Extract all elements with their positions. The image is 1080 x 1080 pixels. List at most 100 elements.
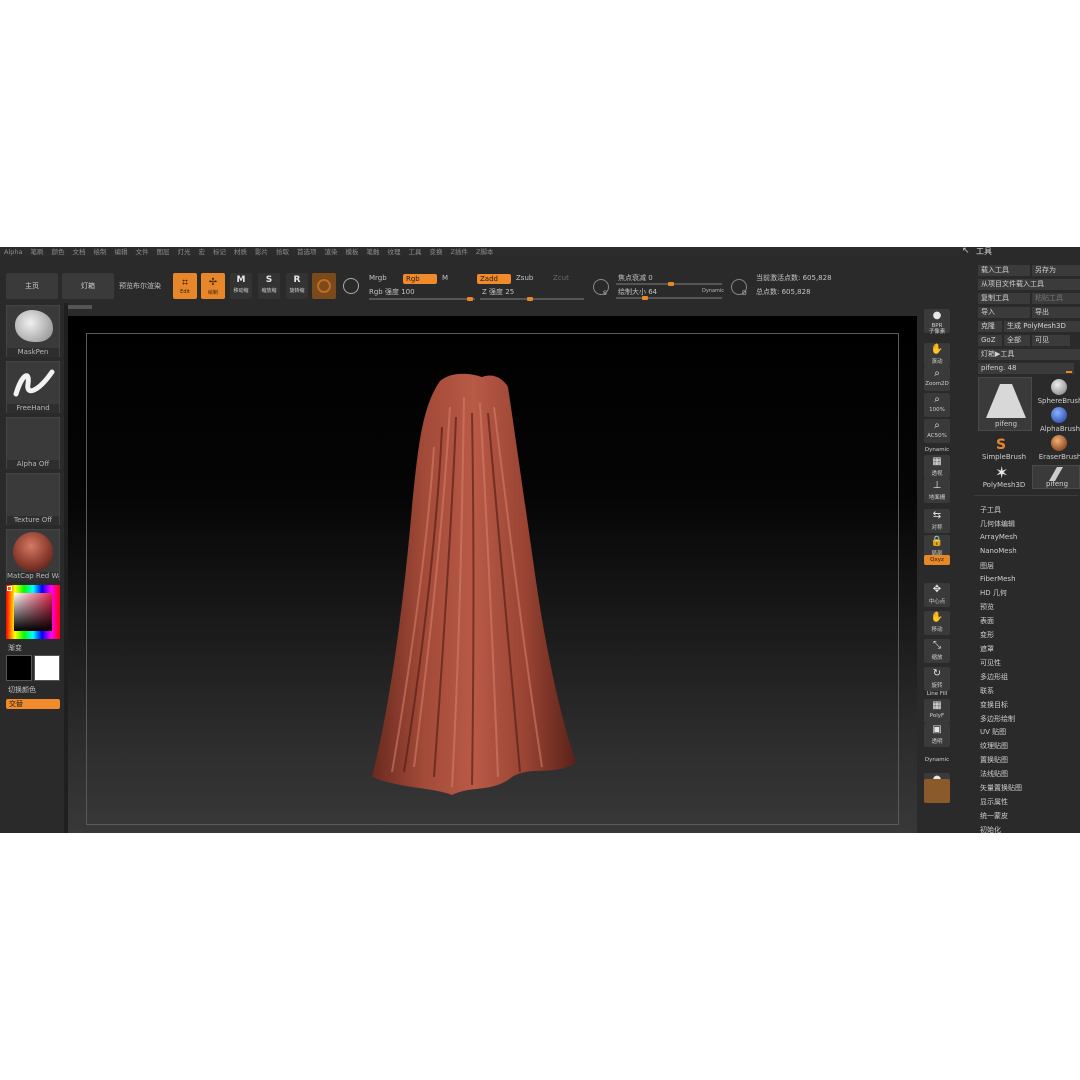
subpalette-item[interactable]: 法线贴图 [980, 769, 1008, 779]
tray-button[interactable]: ⌕ AC50% [924, 419, 950, 443]
scale-mode-button[interactable]: S 缩放缩 [258, 273, 280, 299]
simple-brush-icon[interactable]: S [996, 437, 1006, 453]
tray-button[interactable]: Qxyz [924, 555, 950, 565]
eraser-brush-icon[interactable] [1051, 435, 1067, 451]
subpalette-item[interactable]: NanoMesh [980, 547, 1017, 555]
subpalette-item[interactable]: 图层 [980, 561, 994, 571]
subpalette-item[interactable]: FiberMesh [980, 575, 1016, 583]
menu-item[interactable]: 模板 [341, 247, 362, 257]
color-picker[interactable] [6, 585, 60, 639]
subpalette-item[interactable]: 多边形绘制 [980, 714, 1015, 724]
make-polymesh3d-button[interactable]: 生成 PolyMesh3D [1004, 321, 1080, 332]
tool-name-simplebrush[interactable]: SimpleBrush [976, 453, 1032, 461]
menu-item[interactable]: Alpha [0, 247, 26, 257]
subpalette-item[interactable]: 多边形组 [980, 672, 1008, 682]
tool-name-spherebrush[interactable]: SphereBrush [1032, 397, 1080, 405]
menu-item[interactable]: 灯光 [173, 247, 194, 257]
tool-panel-header[interactable]: ↖ 工具 [960, 247, 1080, 259]
polymesh3d-star-icon[interactable]: ✶ [995, 463, 1008, 482]
rotate-mode-button[interactable]: R 旋转缩 [286, 273, 308, 299]
shelf-scroll-handle[interactable] [66, 305, 92, 309]
zsub-toggle[interactable]: Zsub [516, 274, 533, 282]
subpalette-item[interactable]: UV 贴图 [980, 727, 1006, 737]
zcut-toggle[interactable]: Zcut [553, 274, 569, 282]
home-button[interactable]: 主页 [6, 273, 58, 299]
tool-name-eraserbrush[interactable]: EraserBrush [1032, 453, 1080, 461]
tray-button[interactable]: ▣ 透明 [924, 723, 950, 747]
stroke-slot[interactable]: FreeHand [6, 361, 60, 413]
subpalette-item[interactable]: 纹理贴图 [980, 741, 1008, 751]
menu-item[interactable]: 渲染 [320, 247, 341, 257]
tray-button[interactable]: ⇆ 对称 [924, 509, 950, 533]
subpalette-item[interactable]: 表面 [980, 616, 994, 626]
subpalette-item[interactable]: 遮罩 [980, 644, 994, 654]
menu-item[interactable]: 文档 [68, 247, 89, 257]
menu-item[interactable]: 绘制 [89, 247, 110, 257]
edit-mode-button[interactable]: ⌗ Edit [173, 273, 197, 299]
material-swatch-button[interactable] [312, 273, 336, 299]
draw-size-knob[interactable] [642, 296, 648, 300]
export-button[interactable]: 导出 [1032, 307, 1080, 318]
lightbox-button[interactable]: 灯箱 [62, 273, 114, 299]
brush-slot[interactable]: MaskPen [6, 305, 60, 357]
tray-button[interactable]: ↻ 旋转 [924, 667, 950, 691]
menu-item[interactable]: 拾取 [272, 247, 293, 257]
tray-button[interactable]: ✋ 移动 [924, 611, 950, 635]
current-tool-slider-knob[interactable] [1066, 371, 1072, 373]
tray-button[interactable]: Line Fill [924, 689, 950, 699]
subpalette-item[interactable]: 预览 [980, 602, 994, 612]
menu-item[interactable]: 笔触 [362, 247, 383, 257]
subpalette-item[interactable]: 统一蒙皮 [980, 811, 1008, 821]
rgb-intensity-knob[interactable] [467, 297, 473, 301]
all-button[interactable]: 全部 [1004, 335, 1030, 346]
visible-button[interactable]: 可见 [1032, 335, 1070, 346]
mrgb-toggle[interactable]: Mrgb [369, 274, 387, 282]
subpalette-item[interactable]: ArrayMesh [980, 533, 1017, 541]
menu-item[interactable]: 颜色 [47, 247, 68, 257]
clone-button[interactable]: 克隆 [978, 321, 1002, 332]
tool-name-polymesh3d[interactable]: PolyMesh3D [976, 481, 1032, 489]
subpalette-item[interactable]: HD 几何 [980, 588, 1007, 598]
menu-item[interactable]: 变换 [425, 247, 446, 257]
tray-button[interactable]: 子像素 [924, 327, 950, 337]
material-slot[interactable]: MatCap Red Wax [6, 529, 60, 581]
z-intensity-slider[interactable] [480, 297, 584, 301]
tool-thumb-pifeng-small[interactable]: pifeng [1032, 465, 1080, 489]
copy-tool-button[interactable]: 复制工具 [978, 293, 1030, 304]
alternate-button[interactable]: 交替 [6, 699, 60, 709]
tray-button[interactable]: Dynamic [924, 755, 950, 765]
focal-shift-knob[interactable] [668, 282, 674, 286]
menu-item[interactable]: 材质 [230, 247, 251, 257]
load-from-project-button[interactable]: 从项目文件载入工具 [978, 279, 1080, 290]
tray-button[interactable]: ⌕ Zoom2D [924, 367, 950, 391]
current-tool-slider[interactable]: pifeng. 48 [978, 363, 1074, 374]
menu-item[interactable]: 工具 [404, 247, 425, 257]
menu-item[interactable]: 首选项 [293, 247, 321, 257]
tool-thumb-pifeng-active[interactable]: pifeng [978, 377, 1032, 431]
draw-mode-button[interactable]: ✢ 绘制 [201, 273, 225, 299]
subpalette-item[interactable]: 显示属性 [980, 797, 1008, 807]
sphere-brush-icon[interactable] [1051, 379, 1067, 395]
menu-item[interactable]: 笔刷 [26, 247, 47, 257]
main-color-swatch[interactable] [6, 655, 32, 681]
subpalette-item[interactable]: 可见性 [980, 658, 1001, 668]
gradient-label[interactable]: 渐变 [8, 643, 22, 653]
subpalette-item[interactable]: 初始化 [980, 825, 1001, 833]
subpalette-item[interactable]: 联系 [980, 686, 994, 696]
save-as-button[interactable]: 另存为 [1032, 265, 1080, 276]
tray-button[interactable]: ✋ 滚动 [924, 343, 950, 367]
stroke-spiral-icon[interactable] [343, 278, 359, 294]
subpalette-item[interactable]: 子工具 [980, 505, 1001, 515]
alpha-slot[interactable]: Alpha Off [6, 417, 60, 469]
paste-tool-button[interactable]: 粘贴工具 [1032, 293, 1080, 304]
preview-bpr-button[interactable]: 预览布尔渲染 [119, 281, 161, 291]
import-button[interactable]: 导入 [978, 307, 1030, 318]
load-tool-button[interactable]: 载入工具 [978, 265, 1030, 276]
menu-item[interactable]: 标记 [209, 247, 230, 257]
menu-item[interactable]: 文件 [131, 247, 152, 257]
cloak-model[interactable] [352, 367, 592, 807]
draw-size-slider[interactable] [616, 296, 722, 300]
menu-item[interactable]: 影片 [251, 247, 272, 257]
menu-item[interactable]: 宏 [194, 247, 209, 257]
tray-button[interactable]: ✥ 中心点 [924, 583, 950, 607]
